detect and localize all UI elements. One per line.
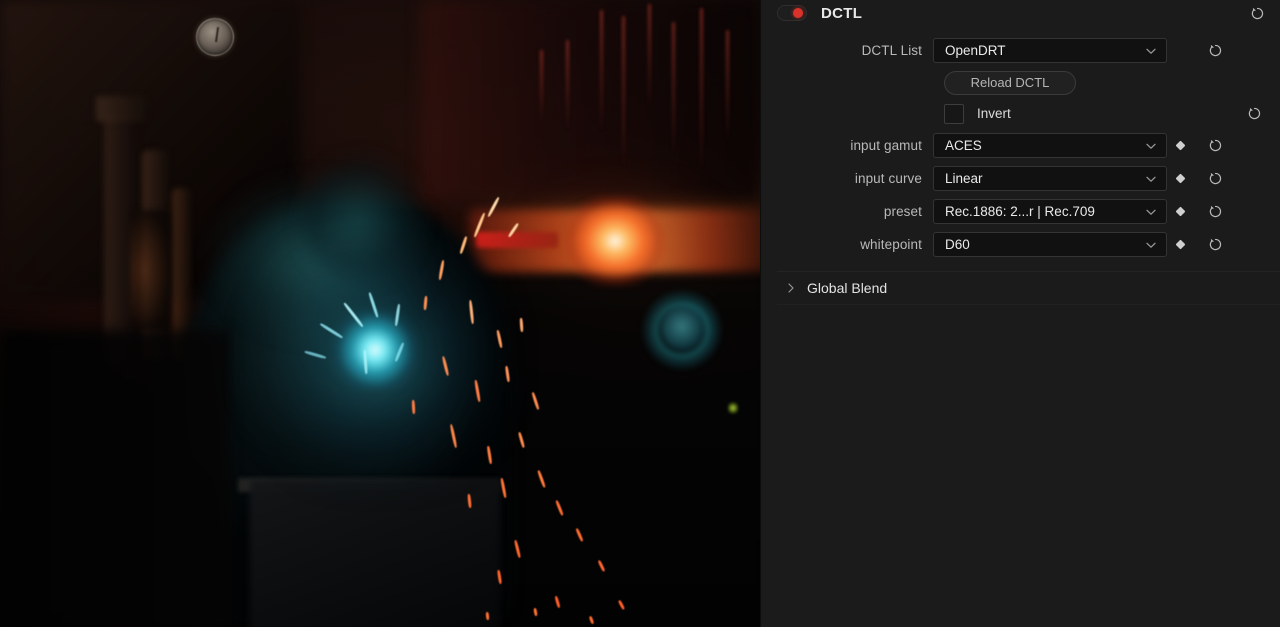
value-whitepoint: D60 [945,237,970,252]
reset-arrow-icon [1209,139,1221,152]
reset-whitepoint-icon[interactable] [1201,237,1229,252]
keyframe-diamond-icon [1175,206,1185,217]
row-preset: preset Rec.1886: 2...r | Rec.709 [761,195,1280,228]
global-blend-label: Global Blend [807,280,888,296]
panel-header: DCTL [761,0,1280,26]
reload-dctl-button[interactable]: Reload DCTL [944,70,1076,95]
chevron-right-icon [788,283,794,293]
dctl-enable-toggle[interactable] [777,5,807,21]
reset-preset-icon[interactable] [1201,204,1229,219]
value-dctl-list: OpenDRT [945,43,1006,58]
keyframe-diamond-icon [1175,173,1185,184]
dropdown-preset[interactable]: Rec.1886: 2...r | Rec.709 [933,199,1167,224]
row-invert: Invert [761,98,1280,129]
row-reload-dctl: Reload DCTL [761,67,1280,98]
keyframe-diamond-icon [1175,140,1185,151]
invert-checkbox[interactable]: Invert [944,103,1011,124]
dropdown-input-curve[interactable]: Linear [933,166,1167,191]
dropdown-input-gamut[interactable]: ACES [933,133,1167,158]
row-dctl-list: DCTL List OpenDRT [761,34,1280,67]
row-whitepoint: whitepoint D60 [761,228,1280,261]
keyframe-whitepoint[interactable] [1167,239,1193,250]
scene-teal-sparks [0,0,760,627]
keyframe-preset[interactable] [1167,206,1193,217]
reset-input-gamut-icon[interactable] [1201,138,1229,153]
global-blend-section-header[interactable]: Global Blend [761,272,1280,304]
label-input-gamut: input gamut [850,138,922,153]
panel-title: DCTL [821,4,863,22]
dropdown-dctl-list[interactable]: OpenDRT [933,38,1167,63]
keyframe-input-gamut[interactable] [1167,140,1193,151]
chevron-down-icon [1146,209,1156,215]
reset-arrow-icon [1209,205,1221,218]
reset-input-curve-icon[interactable] [1201,171,1229,186]
keyframe-input-curve[interactable] [1167,173,1193,184]
chevron-down-icon [1146,143,1156,149]
video-viewer[interactable] [0,0,760,627]
chevron-down-icon [1146,176,1156,182]
invert-label: Invert [977,106,1011,121]
control-rows: DCTL List OpenDRT Reload DCTL Invert inp… [761,26,1280,261]
toggle-knob [793,8,803,18]
keyframe-diamond-icon [1175,239,1185,250]
reset-arrow-icon [1248,107,1260,120]
dctl-inspector-panel: DCTL DCTL List OpenDRT Reload DCTL Inver… [760,0,1280,627]
label-input-curve: input curve [854,171,922,186]
value-input-curve: Linear [945,171,983,186]
chevron-down-icon [1146,48,1156,54]
app-root: DCTL DCTL List OpenDRT Reload DCTL Inver… [0,0,1280,627]
value-preset: Rec.1886: 2...r | Rec.709 [945,204,1095,219]
value-input-gamut: ACES [945,138,982,153]
section-divider-bottom [777,304,1280,305]
label-preset: preset [883,204,922,219]
row-input-gamut: input gamut ACES [761,129,1280,162]
row-input-curve: input curve Linear [761,162,1280,195]
dropdown-whitepoint[interactable]: D60 [933,232,1167,257]
label-whitepoint: whitepoint [860,237,922,252]
reset-invert-icon[interactable] [1240,106,1268,121]
reset-arrow-icon [1209,44,1221,57]
reset-arrow-icon [1251,7,1263,19]
label-dctl-list: DCTL List [861,43,922,58]
reset-dctl-list-icon[interactable] [1201,43,1229,58]
reset-arrow-icon [1209,238,1221,251]
chevron-down-icon [1146,242,1156,248]
reset-arrow-icon [1209,172,1221,185]
checkbox-box [944,103,964,124]
reset-dctl-icon[interactable] [1246,2,1268,24]
